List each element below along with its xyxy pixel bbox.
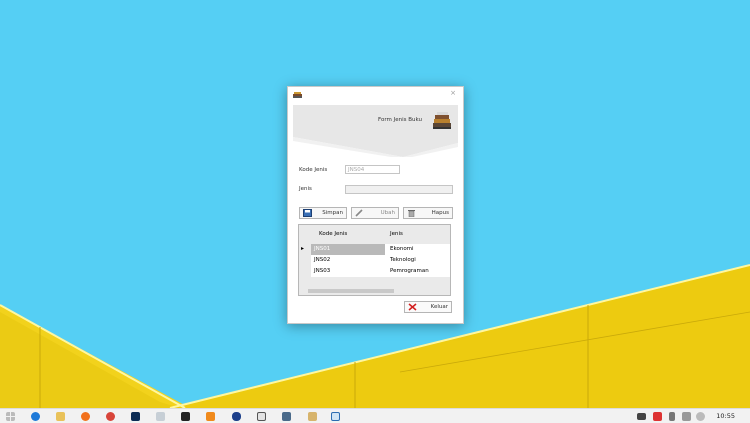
cell-jenis[interactable]: Teknologi xyxy=(387,255,416,266)
close-red-icon xyxy=(408,303,417,311)
books-icon xyxy=(293,92,302,98)
firefox-icon[interactable] xyxy=(81,412,90,421)
taskbar: 10:55 xyxy=(0,408,750,423)
ubah-label: Ubah xyxy=(380,210,395,216)
start-icon[interactable] xyxy=(6,412,15,421)
title-bar[interactable]: × xyxy=(288,87,463,101)
edit-icon xyxy=(355,209,363,217)
row-pointer-icon: ▸ xyxy=(301,245,305,252)
cell-kode[interactable]: JNS03 xyxy=(311,266,330,277)
jenis-field[interactable] xyxy=(345,185,453,194)
app-icon[interactable] xyxy=(206,412,215,421)
cell-kode[interactable]: JNS01 xyxy=(311,244,385,255)
books-stack-icon xyxy=(433,112,451,129)
photoshop-icon[interactable] xyxy=(131,412,140,421)
kode-jenis-field[interactable]: JNS04 xyxy=(345,165,400,174)
cell-kode[interactable]: JNS02 xyxy=(311,255,330,266)
trash-icon xyxy=(408,210,415,217)
data-grid[interactable]: Kode Jenis Jenis ▸ JNS01 Ekonomi JNS02 T… xyxy=(298,224,451,296)
volume-icon[interactable] xyxy=(682,412,691,421)
tray-list-icon[interactable] xyxy=(637,413,646,420)
yandex-icon[interactable] xyxy=(181,412,190,421)
network-icon[interactable] xyxy=(696,412,705,421)
window-icon[interactable] xyxy=(331,412,340,421)
table-row[interactable]: JNS03 Pemrograman xyxy=(311,266,450,277)
hapus-button[interactable]: Hapus xyxy=(403,207,453,219)
horizontal-scrollbar[interactable] xyxy=(308,289,394,293)
keluar-label: Keluar xyxy=(430,304,448,310)
table-row[interactable]: JNS02 Teknologi xyxy=(311,255,450,266)
link-icon[interactable] xyxy=(232,412,241,421)
table-row[interactable]: JNS01 Ekonomi xyxy=(311,244,450,255)
sniping-icon[interactable] xyxy=(257,412,266,421)
column-header-kode[interactable]: Kode Jenis xyxy=(316,229,347,240)
cell-jenis[interactable]: Ekonomi xyxy=(387,244,414,255)
battery-icon[interactable] xyxy=(669,412,675,421)
save-icon xyxy=(303,209,312,217)
folder-icon[interactable] xyxy=(308,412,317,421)
kode-jenis-label: Kode Jenis xyxy=(299,167,328,173)
column-header-jenis[interactable]: Jenis xyxy=(387,229,403,240)
chrome-icon[interactable] xyxy=(106,412,115,421)
hapus-label: Hapus xyxy=(431,210,449,216)
file-explorer-icon[interactable] xyxy=(56,412,65,421)
ie-icon[interactable] xyxy=(31,412,40,421)
tray-app-icon[interactable] xyxy=(653,412,662,421)
cell-jenis[interactable]: Pemrograman xyxy=(387,266,429,277)
simpan-button[interactable]: Simpan xyxy=(299,207,347,219)
image-icon[interactable] xyxy=(156,412,165,421)
banner-title: Form Jenis Buku xyxy=(378,117,422,123)
network-tool-icon[interactable] xyxy=(282,412,291,421)
jenis-label: Jenis xyxy=(299,186,312,192)
ubah-button[interactable]: Ubah xyxy=(351,207,399,219)
close-icon[interactable]: × xyxy=(450,89,456,97)
simpan-label: Simpan xyxy=(322,210,343,216)
keluar-button[interactable]: Keluar xyxy=(404,301,452,313)
clock[interactable]: 10:55 xyxy=(716,412,735,420)
